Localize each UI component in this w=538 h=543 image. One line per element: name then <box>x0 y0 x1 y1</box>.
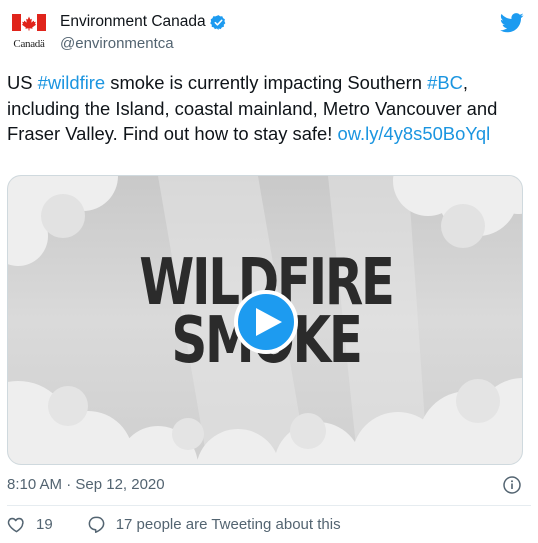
text-segment: smoke is currently impacting Southern <box>105 72 428 93</box>
conversation-text: 17 people are Tweeting about this <box>115 516 341 533</box>
like-count: 19 <box>36 516 53 533</box>
play-button[interactable] <box>234 290 298 354</box>
divider <box>7 505 531 506</box>
twitter-bird-icon[interactable] <box>500 12 524 34</box>
canada-wordmark: Canadä <box>13 38 45 50</box>
account-handle[interactable]: @environmentca <box>60 35 174 52</box>
speech-bubble-icon <box>88 516 105 534</box>
heart-icon <box>7 517 24 533</box>
conversation-action[interactable]: 17 people are Tweeting about this <box>87 515 341 534</box>
tweet-link[interactable]: ow.ly/4y8s50BoYql <box>338 123 491 144</box>
play-icon <box>255 308 282 336</box>
video-media[interactable]: WILDFIRE SMOKE <box>7 175 523 465</box>
text-segment: US <box>7 72 38 93</box>
account-name-line[interactable]: Environment Canada <box>60 13 227 31</box>
hashtag-bc[interactable]: #BC <box>427 72 463 93</box>
engagement-bar: 19 17 people are Tweeting about this <box>7 515 341 534</box>
account-avatar[interactable]: Canadä <box>8 12 50 54</box>
embedded-tweet-card: Canadä Environment Canada @environmentca… <box>0 0 538 543</box>
tweet-timestamp[interactable]: 8:10 AM · Sep 12, 2020 <box>7 476 165 493</box>
tweet-text: US #wildfire smoke is currently impactin… <box>7 70 532 147</box>
display-name[interactable]: Environment Canada <box>60 13 206 31</box>
like-action[interactable]: 19 <box>7 515 53 534</box>
verified-badge-icon <box>209 14 225 30</box>
canada-flag-icon <box>12 14 46 31</box>
info-icon[interactable] <box>503 476 521 494</box>
hashtag-wildfire[interactable]: #wildfire <box>38 72 105 93</box>
